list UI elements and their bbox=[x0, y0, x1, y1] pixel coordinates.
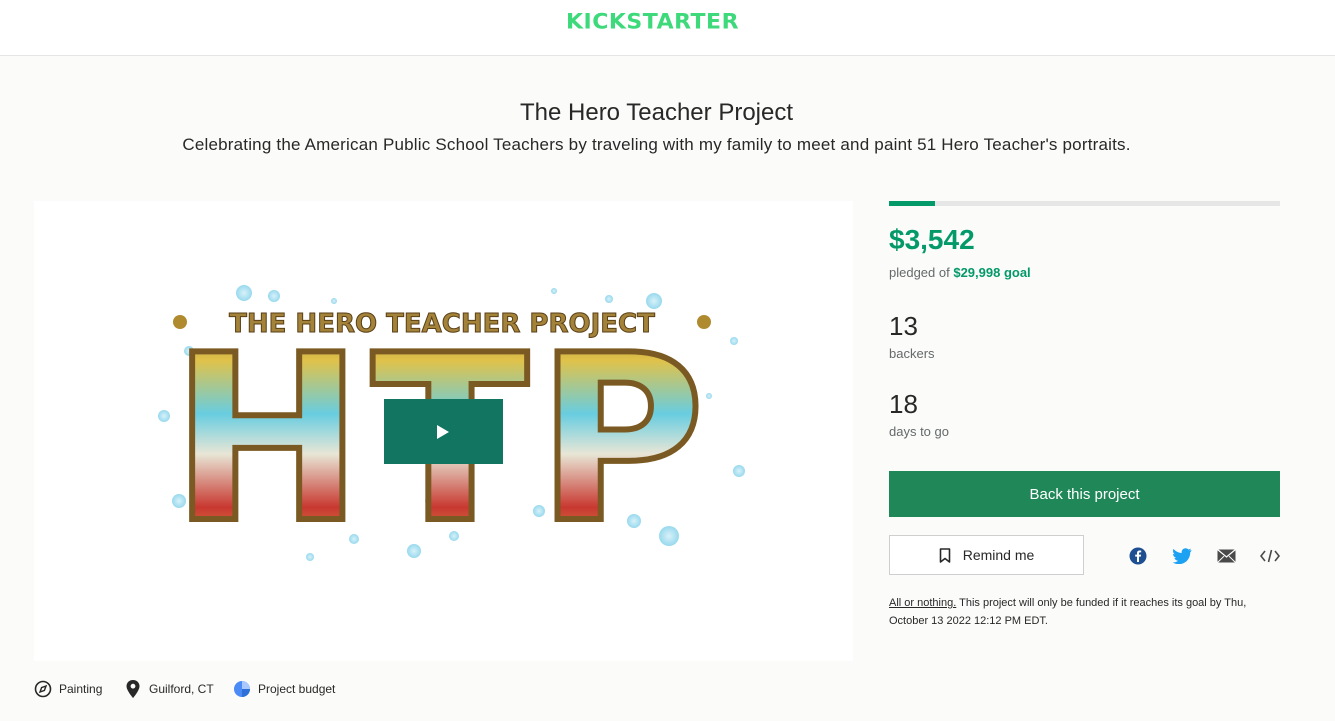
funding-note: All or nothing. This project will only b… bbox=[889, 594, 1281, 630]
all-or-nothing-link[interactable]: All or nothing. bbox=[889, 597, 956, 609]
twitter-icon bbox=[1172, 548, 1191, 564]
project-video[interactable]: THE HERO TEACHER PROJECT HTP bbox=[34, 201, 853, 661]
twitter-share[interactable] bbox=[1172, 546, 1192, 566]
category-label: Painting bbox=[59, 682, 103, 696]
email-icon bbox=[1216, 549, 1236, 563]
goal-amount: $29,998 goal bbox=[953, 265, 1031, 280]
pledged-amount: $3,542 bbox=[889, 224, 975, 255]
funding-progress-bar bbox=[889, 201, 1280, 206]
budget-chart-icon bbox=[234, 681, 250, 697]
facebook-icon bbox=[1129, 547, 1147, 565]
remind-me-button[interactable]: Remind me bbox=[889, 535, 1084, 575]
project-title: The Hero Teacher Project bbox=[519, 99, 794, 126]
kickstarter-logo[interactable]: KICKSTARTER bbox=[566, 11, 739, 35]
back-this-project-button[interactable]: Back this project bbox=[889, 471, 1280, 517]
budget-tag[interactable]: Project budget bbox=[233, 679, 335, 699]
project-blurb: Celebrating the American Public School T… bbox=[182, 135, 1131, 154]
location-label: Guilford, CT bbox=[149, 682, 214, 696]
facebook-share[interactable] bbox=[1128, 546, 1148, 566]
play-button[interactable] bbox=[384, 399, 503, 464]
location-pin-icon bbox=[126, 680, 140, 698]
category-tag[interactable]: Painting bbox=[34, 679, 102, 699]
days-to-go-count: 18 bbox=[889, 389, 918, 419]
funding-progress-fill bbox=[889, 201, 936, 206]
backers-count: 13 bbox=[889, 311, 918, 341]
embed-icon bbox=[1260, 549, 1280, 563]
location-tag[interactable]: Guilford, CT bbox=[124, 679, 214, 699]
pledged-of-goal: pledged of $29,998 goal bbox=[889, 265, 1031, 280]
top-bar: KICKSTARTER bbox=[0, 0, 1335, 56]
bookmark-icon bbox=[939, 547, 951, 563]
budget-label: Project budget bbox=[258, 682, 336, 696]
email-share[interactable] bbox=[1216, 546, 1236, 566]
pledged-of-label: pledged of bbox=[889, 265, 954, 280]
backers-label: backers bbox=[889, 346, 935, 361]
compass-icon bbox=[34, 680, 52, 698]
embed-share[interactable] bbox=[1260, 546, 1280, 566]
days-to-go-label: days to go bbox=[889, 424, 949, 439]
remind-me-label: Remind me bbox=[962, 547, 1035, 563]
